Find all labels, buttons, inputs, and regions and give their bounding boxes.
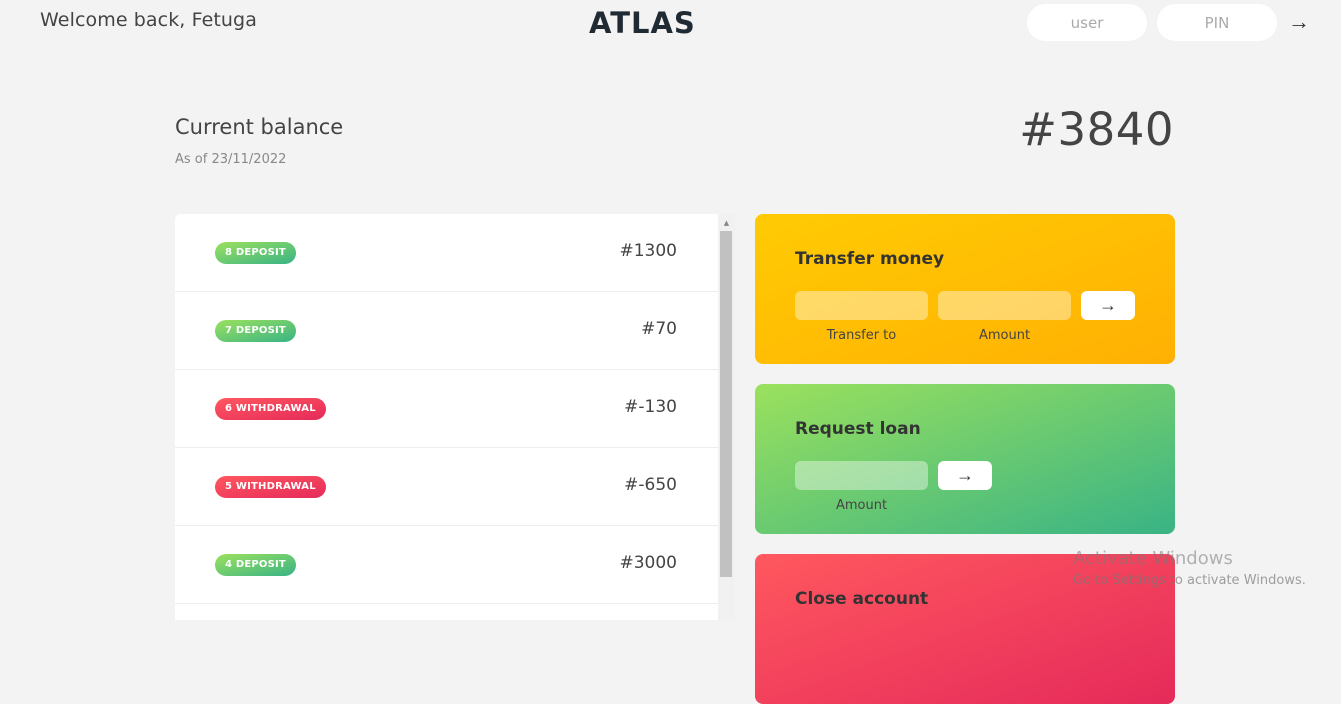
scroll-up-arrow-icon[interactable]: ▲ [718,218,735,228]
activate-windows-title: Activate Windows [1073,548,1233,569]
movement-type-badge: 7 DEPOSIT [215,320,296,342]
movement-value: #3000 [619,553,677,573]
loan-amount-label: Amount [835,498,888,513]
movement-row: 4 DEPOSIT #3000 [175,526,718,604]
movement-row: 5 WITHDRAWAL #-650 [175,448,718,526]
movement-row: 6 WITHDRAWAL #-130 [175,370,718,448]
top-nav: Welcome back, Fetuga ATLAS → [0,0,1341,60]
transfer-title: Transfer money [795,249,945,269]
movement-value: #-650 [624,475,677,495]
transfer-to-input[interactable] [795,291,928,320]
activate-windows-subtitle: Go to Settings to activate Windows. [1073,573,1306,588]
loan-submit-button[interactable]: → [938,461,992,490]
transfer-amount-input[interactable] [938,291,1071,320]
balance-label: Current balance [175,115,344,139]
movements-scrollbar[interactable]: ▲ [718,214,735,620]
movement-type-badge: 5 WITHDRAWAL [215,476,326,498]
movement-value: #-130 [624,397,677,417]
atlas-logo: ATLAS [589,6,696,40]
balance-value: #3840 [1019,103,1174,156]
welcome-message: Welcome back, Fetuga [40,9,257,31]
movement-type-badge: 6 WITHDRAWAL [215,398,326,420]
request-loan-panel: Request loan → Amount [755,384,1175,534]
transfer-submit-button[interactable]: → [1081,291,1135,320]
movement-type-badge: 8 DEPOSIT [215,242,296,264]
transfer-money-panel: Transfer money → Transfer to Amount [755,214,1175,364]
close-title: Close account [795,589,929,609]
movements-list: 8 DEPOSIT #1300 7 DEPOSIT #70 6 WITHDRAW… [175,214,718,620]
movement-row [175,604,718,620]
transfer-amount-label: Amount [978,328,1031,343]
login-arrow-button[interactable]: → [1283,5,1315,39]
balance-date: As of 23/11/2022 [175,152,287,167]
movement-row: 8 DEPOSIT #1300 [175,214,718,292]
login-pin-input[interactable] [1157,4,1277,41]
loan-title: Request loan [795,419,921,439]
movement-value: #70 [641,319,677,339]
movement-row: 7 DEPOSIT #70 [175,292,718,370]
movement-type-badge: 4 DEPOSIT [215,554,296,576]
loan-amount-input[interactable] [795,461,928,490]
login-user-input[interactable] [1027,4,1147,41]
scroll-thumb[interactable] [720,231,732,577]
movement-value: #1300 [619,241,677,261]
transfer-to-label: Transfer to [826,328,897,343]
